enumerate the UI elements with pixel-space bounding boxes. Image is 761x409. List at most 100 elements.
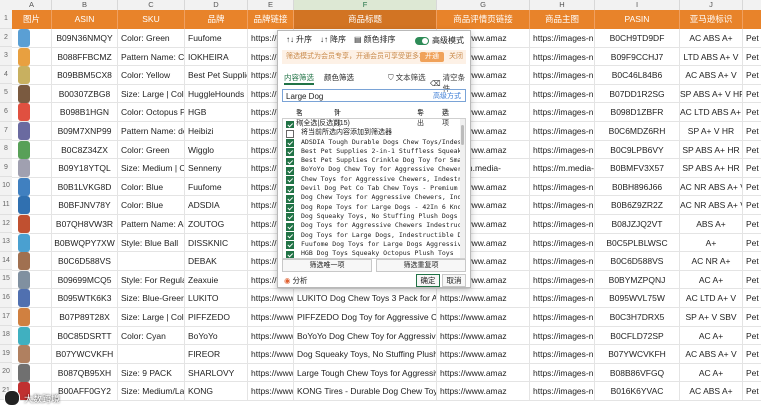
scrollbar-thumb[interactable] [461,125,464,145]
header-cell[interactable]: PASIN [595,10,680,29]
cell-sku[interactable]: Color: Green [118,140,185,159]
image-cell[interactable] [12,345,52,364]
image-cell[interactable] [12,159,52,178]
cell-sku[interactable]: Size: Large | Colc [118,308,185,326]
cell-k[interactable]: Pet Su [743,382,761,400]
cell-flag[interactable]: AC A+ [680,270,743,289]
table-row[interactable]: B087QB95XH Size: 9 PACK SHARLOVY https://ww… [12,363,761,383]
cell-sku[interactable]: Color: Octopus P [118,103,185,122]
row-number[interactable]: 18 [0,326,12,345]
filter-list-item[interactable]: Dog Rope Toys for Large Dogs - 42In 6 Kn… [283,203,465,212]
cell-pasin[interactable]: B0BMFV3X57 [595,159,680,178]
cell-pasin[interactable]: B0C6MDZ6RH [595,122,680,140]
cell-title[interactable]: BoYoYo Dog Chew Toy for Aggressive Chewe… [294,326,437,345]
cell-brand[interactable]: SHARLOVY [185,363,248,382]
cell-sku[interactable]: Color: Blue [118,196,185,215]
cell-asin[interactable]: B0C85DSRTT [52,326,118,345]
header-cell[interactable]: ASIN [52,10,118,29]
cell-detail[interactable]: https://www.amaz [437,345,530,364]
row-number[interactable]: 5 [0,84,12,103]
image-cell[interactable] [12,47,52,66]
cell-asin[interactable]: B09BBM5CX8 [52,66,118,85]
cell-image[interactable]: https://images-n [530,270,595,289]
cell-sku[interactable]: Pattern Name: do [118,122,185,140]
cell-pasin[interactable]: B08JZJQ2VT [595,215,680,233]
filter-list-item[interactable]: 将当前所选内容添加到筛选器 [283,128,465,138]
filter-list-item[interactable]: Dog Toys for Large Dogs, Indestructible … [283,231,465,240]
header-cell[interactable]: 商品标题 [294,10,437,29]
filter-list-item[interactable]: HGB Dog Toys Squeaky Octopus Plush Toys [283,249,465,258]
cell-asin[interactable]: B00307ZBG8 [52,84,118,103]
tab-content-filter[interactable]: 内容筛选 [284,72,314,85]
row-number[interactable]: 20 [0,363,12,382]
row-number[interactable]: 6 [0,102,12,122]
cell-image[interactable]: https://images-n [530,215,595,233]
cell-asin[interactable]: B09699MCQ5 [52,270,118,289]
cell-brand[interactable]: PIFFZEDO [185,308,248,326]
cell-brand[interactable]: KONG [185,382,248,401]
cell-image[interactable]: https://images-n [530,289,595,308]
sort-desc-button[interactable]: ↓↑ 降序 [320,34,346,45]
cell-image[interactable]: https://images-n [530,177,595,196]
cell-title[interactable]: KONG Tires - Durable Dog Chew Toy - Dog [294,382,437,401]
image-cell[interactable] [12,196,52,215]
cell-flag[interactable]: LTD ABS A+ V [680,47,743,66]
cell-flag[interactable]: SP A+ V HR [680,122,743,140]
cell-image[interactable]: https://images-n [530,326,595,345]
cell-brand[interactable]: FIREOR [185,345,248,364]
cell-image[interactable]: https://images-n [530,196,595,215]
analyze-button[interactable]: ◉ 分析 [284,275,308,286]
column-letter[interactable]: H [530,0,595,10]
cell-asin[interactable]: B098B1HGN [52,103,118,122]
cell-flag[interactable]: AC LTD A+ V [680,289,743,308]
cell-asin[interactable]: B0C6D588VS [52,252,118,271]
checkbox-icon[interactable] [286,157,294,166]
cell-k[interactable]: Pet Su [743,196,761,214]
header-cell[interactable]: SKU [118,10,185,29]
cell-sku[interactable]: Color: Blue [118,177,185,196]
cell-asin[interactable]: B00AFF0GY2 [52,382,118,401]
cell-image[interactable]: https://images-n [530,308,595,326]
cell-pasin[interactable]: B0C6D588VS [595,252,680,271]
notice-close-button[interactable]: 关闭 [449,50,463,64]
row-number[interactable]: 19 [0,344,12,364]
cell-k[interactable]: Pet Su [743,66,761,84]
cell-asin[interactable]: B087QB95XH [52,363,118,382]
row-number[interactable]: 10 [0,177,12,196]
cell-brand[interactable]: ZOUTOG [185,215,248,233]
cell-sku[interactable]: Pattern Name: Ca [118,47,185,66]
filter-list-item[interactable]: ADSDIA Tough Durable Dogs Chew Toys/Inde… [283,138,465,147]
row-number[interactable]: 7 [0,121,12,141]
cell-k[interactable]: Pet Su [743,364,761,382]
cell-sku[interactable]: Size: Blue-Greer [118,289,185,308]
image-cell[interactable] [12,252,52,271]
column-letter[interactable]: F [294,0,437,10]
cell-asin[interactable]: B0B1LVKG8D [52,177,118,196]
cell-flag[interactable]: AC LTD ABS A+ V [680,103,743,122]
checkbox-icon[interactable] [286,148,294,157]
cell-detail[interactable]: https://www.amaz [437,363,530,382]
cell-image[interactable]: https://images-n [530,84,595,103]
image-cell[interactable] [12,122,52,140]
cell-pasin[interactable]: B0BYMZPQNJ [595,270,680,289]
cell-pasin[interactable]: B07YWCVKFH [595,345,680,364]
row-number[interactable]: 12 [0,214,12,234]
cell-pasin[interactable]: B095WVL75W [595,289,680,308]
cell-link[interactable]: https://www.ama [248,326,294,345]
cell-link[interactable]: https://www.ama [248,345,294,364]
cell-brand[interactable]: Senneny [185,159,248,178]
column-letter[interactable]: E [248,0,294,10]
cell-sku[interactable]: Color: Cyan [118,326,185,345]
sort-asc-button[interactable]: ↑↓ 升序 [286,34,312,45]
cell-sku[interactable] [118,252,185,271]
cell-pasin[interactable]: B08B86VFGQ [595,363,680,382]
image-cell[interactable] [12,66,52,85]
row-number[interactable]: 9 [0,158,12,178]
cell-asin[interactable]: B07P89T28X [52,308,118,326]
cell-image[interactable]: https://images-n [530,345,595,364]
image-cell[interactable] [12,233,52,252]
filter-list-item[interactable]: Fuufome Dog Toys for Large Dogs Aggressi… [283,240,465,250]
cell-image[interactable]: https://images-n [530,382,595,401]
cell-image[interactable]: https://m.media- [530,159,595,178]
cell-pasin[interactable]: B0CFLD72SP [595,326,680,345]
